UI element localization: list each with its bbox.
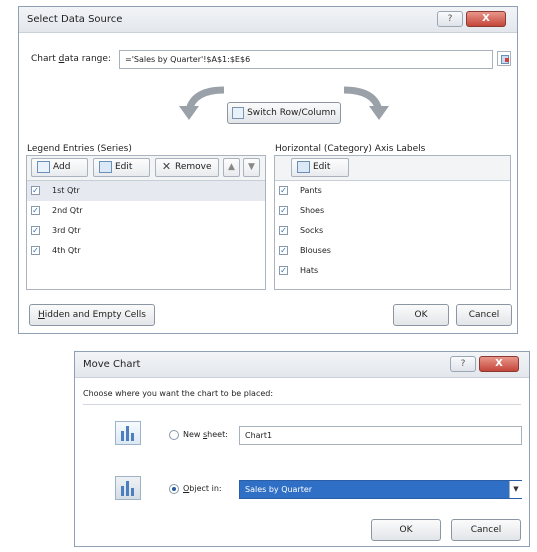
category-row[interactable]: ✓ Shoes <box>275 201 510 221</box>
category-row[interactable]: ✓ Blouses <box>275 241 510 261</box>
series-label: 1st Qtr <box>52 186 80 195</box>
new-sheet-radio[interactable] <box>169 430 179 440</box>
object-in-select[interactable]: Sales by Quarter <box>239 480 522 499</box>
close-button[interactable]: X <box>466 11 506 27</box>
help-button[interactable]: ? <box>437 11 463 27</box>
category-checkbox[interactable]: ✓ <box>279 186 288 195</box>
prompt-divider <box>83 404 521 405</box>
ok-button[interactable]: OK <box>371 519 441 541</box>
category-label: Pants <box>300 186 322 195</box>
switch-icon <box>232 106 245 119</box>
series-label: 2nd Qtr <box>52 206 83 215</box>
remove-label: Remove <box>175 162 212 172</box>
axis-labels-label: Horizontal (Category) Axis Labels <box>275 144 426 154</box>
edit-icon <box>297 160 310 173</box>
series-row[interactable]: ✓ 4th Qtr <box>27 241 265 261</box>
edit-label: Edit <box>115 162 133 172</box>
object-in-label: Object in: <box>183 484 222 493</box>
category-checkbox[interactable]: ✓ <box>279 226 288 235</box>
left-curved-arrow-icon <box>179 86 225 120</box>
axis-toolbar: Edit <box>275 156 510 181</box>
arrow-up-icon: ▲ <box>228 162 235 172</box>
category-row[interactable]: ✓ Socks <box>275 221 510 241</box>
edit-axis-button[interactable]: Edit <box>291 158 349 177</box>
series-checkbox[interactable]: ✓ <box>31 186 40 195</box>
edit-icon <box>99 160 112 173</box>
edit-label: Edit <box>313 162 331 172</box>
title-bar: Select Data Source ? X <box>19 7 517 33</box>
right-curved-arrow-icon <box>343 86 389 120</box>
new-sheet-label: New sheet: <box>183 430 228 439</box>
series-checkbox[interactable]: ✓ <box>31 226 40 235</box>
category-label: Blouses <box>300 246 331 255</box>
close-button[interactable]: X <box>479 356 519 372</box>
switch-row-column-button[interactable]: Switch Row/Column <box>227 102 341 124</box>
legend-toolbar: Add Edit ✕ Remove ▲ ▼ <box>27 156 265 181</box>
new-sheet-chart-icon <box>115 421 141 445</box>
add-label: Add <box>53 162 71 172</box>
series-row[interactable]: ✓ 1st Qtr <box>27 181 265 201</box>
series-label: 3rd Qtr <box>52 226 81 235</box>
add-series-button[interactable]: Add <box>31 158 88 177</box>
placement-prompt: Choose where you want the chart to be pl… <box>83 389 274 398</box>
category-label: Shoes <box>300 206 325 215</box>
dialog-title: Select Data Source <box>27 14 123 25</box>
remove-series-button[interactable]: ✕ Remove <box>155 158 219 177</box>
axis-labels-panel: Edit ✓ Pants ✓ Shoes ✓ Socks ✓ Blouses ✓… <box>274 155 511 290</box>
object-in-radio[interactable] <box>169 484 179 494</box>
series-row[interactable]: ✓ 2nd Qtr <box>27 201 265 221</box>
move-up-button[interactable]: ▲ <box>223 158 240 177</box>
chart-range-label: Chart data range: <box>31 54 111 64</box>
remove-icon: ✕ <box>161 159 172 173</box>
category-checkbox[interactable]: ✓ <box>279 206 288 215</box>
edit-series-button[interactable]: Edit <box>93 158 150 177</box>
series-checkbox[interactable]: ✓ <box>31 246 40 255</box>
help-button[interactable]: ? <box>450 356 476 372</box>
dialog-title: Move Chart <box>83 359 141 370</box>
dropdown-arrow-icon[interactable]: ▼ <box>509 481 522 498</box>
object-in-value: Sales by Quarter <box>245 485 313 494</box>
hidden-empty-cells-button[interactable]: Hidden and Empty Cells <box>29 304 155 326</box>
series-label: 4th Qtr <box>52 246 81 255</box>
move-chart-dialog: Move Chart ? X Choose where you want the… <box>74 351 530 547</box>
category-checkbox[interactable]: ✓ <box>279 266 288 275</box>
series-checkbox[interactable]: ✓ <box>31 206 40 215</box>
cancel-button[interactable]: Cancel <box>451 519 521 541</box>
category-label: Hats <box>300 266 319 275</box>
select-data-source-dialog: Select Data Source ? X Chart data range:… <box>18 6 518 334</box>
add-icon <box>37 160 50 173</box>
switch-label: Switch Row/Column <box>247 108 336 118</box>
range-collapse-icon[interactable] <box>497 51 511 66</box>
series-row[interactable]: ✓ 3rd Qtr <box>27 221 265 241</box>
category-checkbox[interactable]: ✓ <box>279 246 288 255</box>
category-row[interactable]: ✓ Pants <box>275 181 510 201</box>
category-label: Socks <box>300 226 324 235</box>
move-down-button[interactable]: ▼ <box>243 158 260 177</box>
legend-entries-label: Legend Entries (Series) <box>27 144 132 154</box>
title-bar: Move Chart ? X <box>75 352 529 378</box>
category-row[interactable]: ✓ Hats <box>275 261 510 281</box>
legend-entries-panel: Add Edit ✕ Remove ▲ ▼ ✓ 1st Qtr ✓ 2nd Qtr… <box>26 155 266 290</box>
chart-range-input[interactable]: ='Sales by Quarter'!$A$1:$E$6 <box>119 50 493 69</box>
arrow-down-icon: ▼ <box>248 162 255 172</box>
cancel-button[interactable]: Cancel <box>456 304 512 326</box>
object-in-chart-icon <box>115 476 141 500</box>
new-sheet-input[interactable]: Chart1 <box>239 426 522 445</box>
ok-button[interactable]: OK <box>393 304 449 326</box>
